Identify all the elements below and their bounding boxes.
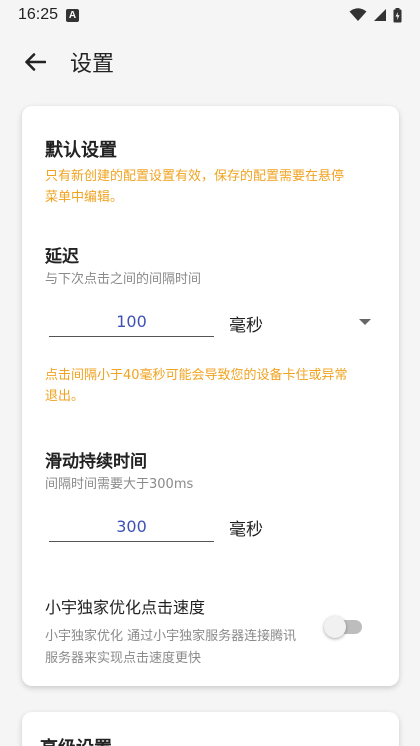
chevron-down-icon[interactable] xyxy=(359,319,371,325)
delay-title: 延迟 xyxy=(45,247,79,267)
delay-unit-select[interactable]: 毫秒 xyxy=(229,311,263,336)
app-bar: 设置 xyxy=(0,40,420,84)
config-warning-line1: 只有新创建的配置设置有效，保存的配置需要在悬停 xyxy=(45,169,345,184)
delay-hint: 与下次点击之间的间隔时间 xyxy=(45,272,202,287)
delay-warning-line1: 点击间隔小于40毫秒可能会导致您的设备卡住或异常 xyxy=(45,368,348,383)
delay-input[interactable] xyxy=(49,307,214,337)
default-settings-card: 默认设置 只有新创建的配置设置有效，保存的配置需要在悬停 菜单中编辑。 延迟 与… xyxy=(22,106,399,686)
default-settings-title: 默认设置 xyxy=(45,140,117,161)
advanced-settings-title: 高级设置 xyxy=(40,734,112,746)
config-warning-line2: 菜单中编辑。 xyxy=(45,190,124,205)
battery-icon xyxy=(393,7,402,22)
status-icons xyxy=(349,7,402,23)
swipe-duration-input[interactable] xyxy=(49,512,214,542)
optimize-desc-line1: 小宇独家优化 通过小宇独家服务器连接腾讯 xyxy=(45,629,297,644)
notification-a-icon: A xyxy=(66,8,80,22)
signal-icon xyxy=(374,9,386,21)
optimize-desc-line2: 服务器来实现点击速度更快 xyxy=(45,651,202,666)
swipe-duration-unit: 毫秒 xyxy=(229,520,263,540)
swipe-duration-hint: 间隔时间需要大于300ms xyxy=(45,477,194,492)
toggle-knob xyxy=(324,616,346,638)
arrow-left-icon xyxy=(25,53,46,71)
optimize-toggle[interactable] xyxy=(324,616,362,638)
advanced-settings-card: 高级设置 xyxy=(22,712,399,746)
wifi-icon xyxy=(349,8,367,21)
page-title: 设置 xyxy=(70,52,115,77)
back-button[interactable] xyxy=(20,47,50,77)
status-time: 16:25 xyxy=(18,6,59,23)
status-bar: 16:25 A xyxy=(0,0,420,30)
optimize-title: 小宇独家优化点击速度 xyxy=(45,598,206,617)
delay-warning-line2: 退出。 xyxy=(45,389,85,404)
swipe-duration-title: 滑动持续时间 xyxy=(45,452,147,472)
